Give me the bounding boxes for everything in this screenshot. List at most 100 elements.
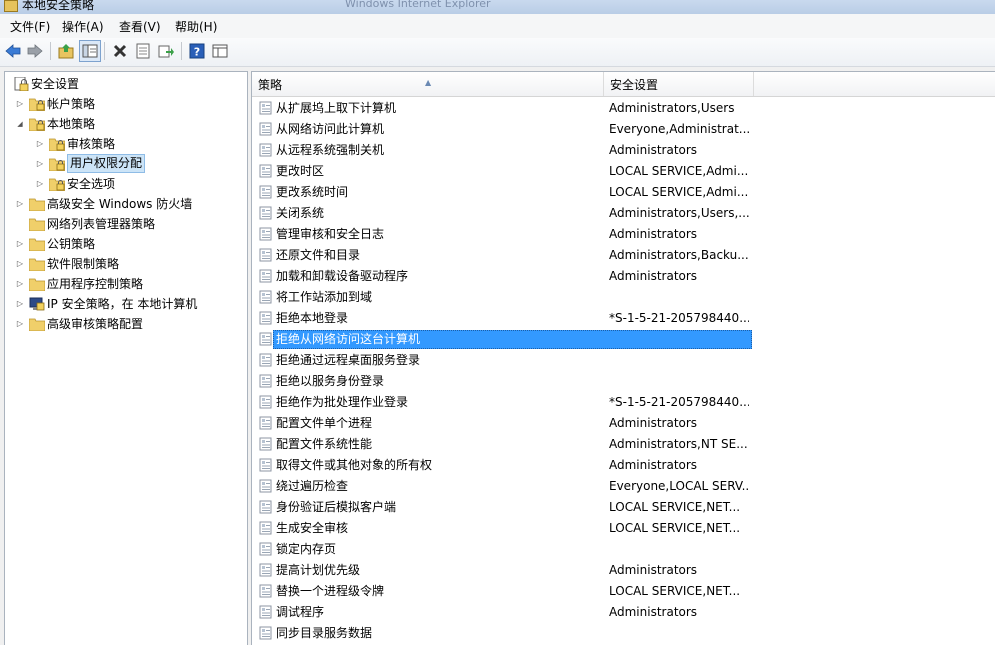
back-icon[interactable] (3, 41, 23, 61)
tree-node[interactable]: 网络列表管理器策略 (5, 214, 243, 234)
policy-name: 管理审核和安全日志 (276, 227, 385, 241)
table-row[interactable]: 调试程序 Administrators (252, 602, 995, 623)
tree-node[interactable]: ▷ 审核策略 (5, 134, 243, 154)
properties-icon[interactable] (133, 41, 153, 61)
security-setting-value: Administrators,Backu... (609, 248, 749, 262)
collapsed-arrow-icon[interactable]: ▷ (15, 294, 25, 314)
tree-node[interactable]: ▷ 高级安全 Windows 防火墙 (5, 194, 243, 214)
security-setting-value: LOCAL SERVICE,NET... (609, 521, 741, 535)
console-tree[interactable]: 安全设置 ▷ 帐户策略 ◢ 本地策略 ▷ 审核策略 ▷ 用户权限分配 ▷ 安全选项 ▷ 高级安全 Win… (4, 71, 248, 645)
table-row[interactable]: 关闭系统 Administrators,Users,... (252, 203, 995, 224)
policy-icon (259, 395, 273, 409)
table-row[interactable]: 锁定内存页 (252, 539, 995, 560)
svg-text:?: ? (194, 46, 200, 59)
tree-node[interactable]: ▷ 帐户策略 (5, 94, 243, 114)
forward-icon[interactable] (25, 41, 45, 61)
policy-icon (259, 122, 273, 136)
expanded-arrow-icon[interactable]: ◢ (15, 114, 25, 134)
security-setting-value: LOCAL SERVICE,NET... (609, 584, 741, 598)
tree-node[interactable]: ▷ 用户权限分配 (5, 154, 243, 174)
policy-icon (259, 290, 273, 304)
policy-icon (259, 206, 273, 220)
tree-node[interactable]: ▷ 安全选项 (5, 174, 243, 194)
table-row[interactable]: 加载和卸载设备驱动程序 Administrators (252, 266, 995, 287)
menu-view[interactable]: 查看(V) (116, 18, 164, 35)
table-row[interactable]: 同步目录服务数据 (252, 623, 995, 644)
toolbar: ? (0, 38, 995, 67)
column-header-security-setting[interactable]: 安全设置 (604, 72, 754, 96)
tree-node[interactable]: ▷ 公钥策略 (5, 234, 243, 254)
table-row[interactable]: 配置文件单个进程 Administrators (252, 413, 995, 434)
security-setting-value (609, 350, 749, 371)
tree-node-label: 安全选项 (67, 177, 116, 191)
tree-node[interactable]: ▷ IP 安全策略，在 本地计算机 (5, 294, 243, 314)
tree-node[interactable]: ▷ 软件限制策略 (5, 254, 243, 274)
policy-icon (259, 101, 273, 115)
column-header-policy[interactable]: 策略 ▲ (252, 72, 604, 96)
table-row[interactable]: 从网络访问此计算机 Everyone,Administrat... (252, 119, 995, 140)
security-setting-value: Administrators (609, 416, 698, 430)
show-hide-tree-icon[interactable] (79, 40, 101, 62)
delete-icon[interactable] (110, 41, 130, 61)
policy-icon (259, 374, 273, 388)
tree-node[interactable]: ▷ 高级审核策略配置 (5, 314, 243, 334)
security-setting-value (609, 371, 749, 392)
table-row[interactable]: 从远程系统强制关机 Administrators (252, 140, 995, 161)
security-setting-value (609, 287, 749, 308)
table-row[interactable]: 配置文件系统性能 Administrators,NT SE... (252, 434, 995, 455)
table-row[interactable]: 更改系统时间 LOCAL SERVICE,Admi... (252, 182, 995, 203)
collapsed-arrow-icon[interactable]: ▷ (15, 314, 25, 334)
security-setting-value: LOCAL SERVICE,Admi... (609, 164, 749, 178)
collapsed-arrow-icon[interactable]: ▷ (15, 194, 25, 214)
collapsed-arrow-icon[interactable]: ▷ (35, 154, 45, 174)
policy-name: 从网络访问此计算机 (276, 122, 385, 136)
console-view-icon[interactable] (210, 41, 230, 61)
security-setting-value: Administrators (609, 143, 698, 157)
tree-node[interactable]: ◢ 本地策略 (5, 114, 243, 134)
table-row[interactable]: 管理审核和安全日志 Administrators (252, 224, 995, 245)
table-row[interactable]: 替换一个进程级令牌 LOCAL SERVICE,NET... (252, 581, 995, 602)
export-list-icon[interactable] (156, 41, 176, 61)
table-row[interactable]: 生成安全审核 LOCAL SERVICE,NET... (252, 518, 995, 539)
policy-name: 拒绝从网络访问这台计算机 (276, 332, 421, 346)
table-row[interactable]: 将工作站添加到域 (252, 287, 995, 308)
table-row[interactable]: 身份验证后模拟客户端 LOCAL SERVICE,NET... (252, 497, 995, 518)
table-row[interactable]: 提高计划优先级 Administrators (252, 560, 995, 581)
help-icon[interactable]: ? (187, 41, 207, 61)
tree-node[interactable]: ▷ 应用程序控制策略 (5, 274, 243, 294)
policy-name: 配置文件系统性能 (276, 437, 373, 451)
table-row[interactable]: 拒绝作为批处理作业登录 *S-1-5-21-205798440... (252, 392, 995, 413)
menu-action[interactable]: 操作(A) (59, 18, 107, 35)
collapsed-arrow-icon[interactable]: ▷ (15, 254, 25, 274)
security-setting-value: Administrators (609, 605, 698, 619)
folder-icon (28, 257, 46, 272)
collapsed-arrow-icon[interactable]: ▷ (15, 274, 25, 294)
menu-file[interactable]: 文件(F) (7, 18, 53, 35)
collapsed-arrow-icon[interactable]: ▷ (35, 174, 45, 194)
tree-node-label: 高级审核策略配置 (47, 317, 144, 331)
table-row[interactable]: 拒绝以服务身份登录 (252, 371, 995, 392)
collapsed-arrow-icon[interactable]: ▷ (35, 134, 45, 154)
tree-node-label: 网络列表管理器策略 (47, 217, 156, 231)
policy-name: 拒绝通过远程桌面服务登录 (276, 353, 421, 367)
table-row[interactable]: 拒绝从网络访问这台计算机 (252, 329, 995, 350)
table-row[interactable]: 取得文件或其他对象的所有权 Administrators (252, 455, 995, 476)
table-row[interactable]: 更改时区 LOCAL SERVICE,Admi... (252, 161, 995, 182)
policy-name: 拒绝以服务身份登录 (276, 374, 385, 388)
table-row[interactable]: 拒绝通过远程桌面服务登录 (252, 350, 995, 371)
collapsed-arrow-icon[interactable]: ▷ (15, 234, 25, 254)
collapsed-arrow-icon[interactable]: ▷ (15, 94, 25, 114)
up-folder-icon[interactable] (56, 41, 76, 61)
tree-node[interactable]: 安全设置 (5, 74, 243, 94)
security-setting-value: Administrators,Users,... (609, 206, 749, 220)
table-row[interactable]: 从扩展坞上取下计算机 Administrators,Users (252, 98, 995, 119)
table-row[interactable]: 拒绝本地登录 *S-1-5-21-205798440... (252, 308, 995, 329)
security-setting-value (609, 329, 749, 350)
policy-list[interactable]: 策略 ▲ 安全设置 从扩展坞上取下计算机 Administrators,Users… (251, 71, 995, 645)
policy-icon (259, 605, 273, 619)
table-row[interactable]: 绕过遍历检查 Everyone,LOCAL SERV... (252, 476, 995, 497)
policy-name: 锁定内存页 (276, 542, 337, 556)
menu-help[interactable]: 帮助(H) (172, 18, 220, 35)
table-row[interactable]: 还原文件和目录 Administrators,Backu... (252, 245, 995, 266)
policy-name: 提高计划优先级 (276, 563, 361, 577)
